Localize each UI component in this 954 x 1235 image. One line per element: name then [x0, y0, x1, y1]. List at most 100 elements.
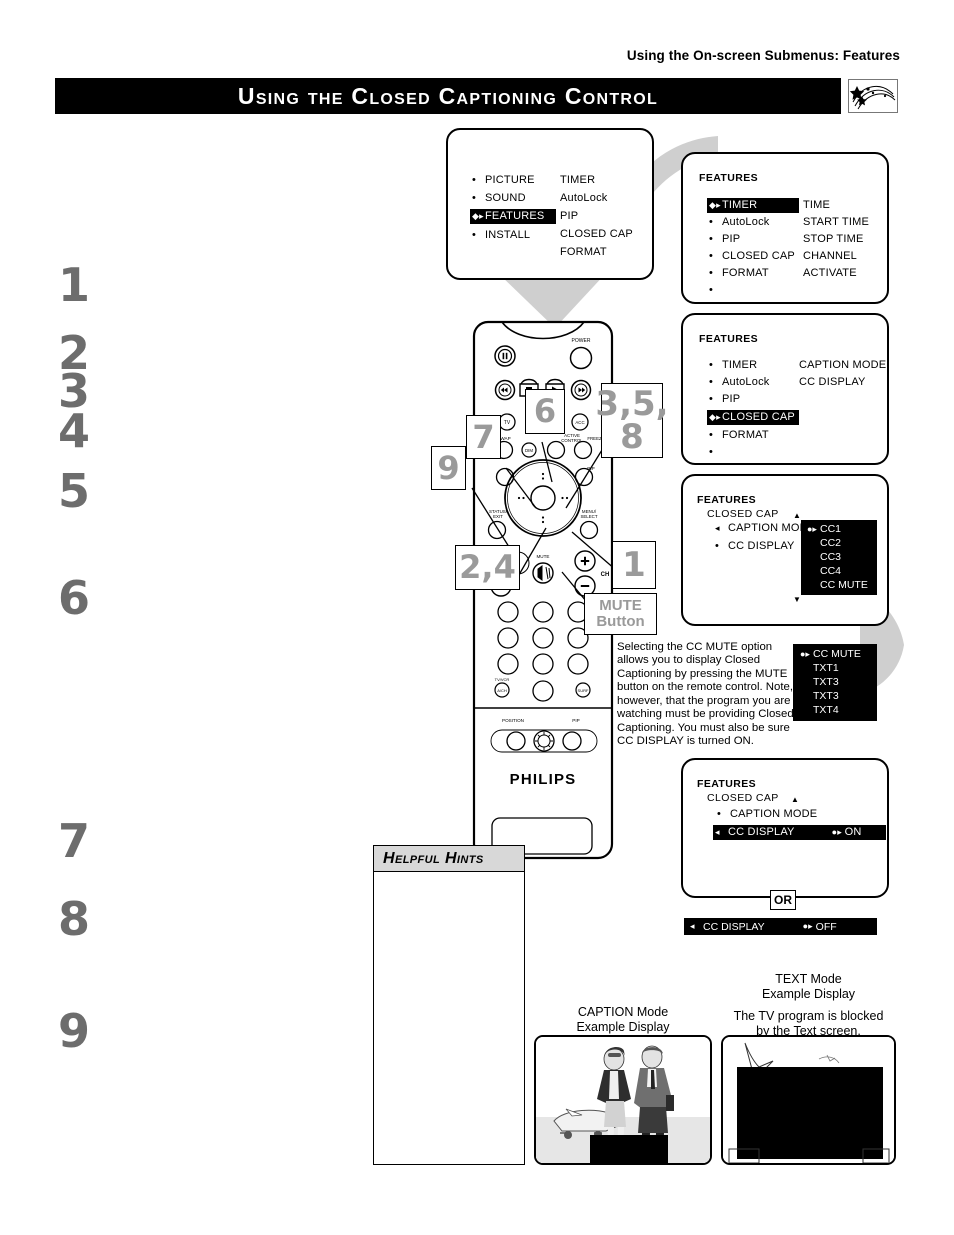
- menu-main-row-0[interactable]: • PICTURE: [472, 174, 535, 186]
- caption-mode-option-1[interactable]: CC2: [801, 536, 877, 550]
- menu-main-sub-4: FORMAT: [560, 246, 607, 258]
- menu-main-row-3[interactable]: • INSTALL: [472, 229, 530, 241]
- cc-mute-option-2[interactable]: TXT3: [793, 675, 877, 689]
- left-arrow-icon: ◂: [715, 827, 720, 837]
- features-timer-row-5: •: [709, 284, 714, 296]
- osd-title-cc-display: FEATURES: [697, 778, 757, 790]
- manual-page: Using the On-screen Submenus: Features U…: [0, 0, 954, 1235]
- step-number-9: 9: [58, 1004, 91, 1058]
- features-timer-label-0: TIMER: [722, 199, 758, 211]
- features-timer-row-1[interactable]: • AutoLock: [709, 216, 769, 228]
- features-timer-label-4: FORMAT: [722, 267, 769, 279]
- osd-captionmode-list: FEATURES CLOSED CAP ▲ ▼ ◂ CAPTION MODE • C…: [681, 474, 889, 626]
- callout-9: 9: [431, 446, 466, 490]
- text-example-desc1: The TV program is blocked: [733, 1008, 884, 1023]
- osd-features-timer: FEATURES ◆▸TIMER • AutoLock • PIP • CLOSED …: [681, 152, 889, 304]
- callout-2-4: 2,4: [455, 545, 520, 590]
- shooting-star-icon: [848, 79, 898, 113]
- text-example-line2: Example Display: [761, 987, 856, 1002]
- features-cc-row-1[interactable]: • AutoLock: [709, 376, 769, 388]
- osd-subtitle-cc-list: CLOSED CAP: [707, 508, 779, 520]
- features-timer-row-2[interactable]: • PIP: [709, 233, 740, 245]
- cc-display-row-1[interactable]: ◂ CC DISPLAY ●▸ ON: [713, 825, 886, 840]
- text-example-line1: TEXT Mode: [775, 972, 842, 986]
- features-cc-label-2: PIP: [722, 393, 741, 405]
- helpful-hints-header: Helpful Hints: [374, 846, 524, 872]
- cc-mute-option-0[interactable]: ●▸ CC MUTE: [793, 647, 877, 661]
- features-timer-sub-3: CHANNEL: [803, 250, 857, 262]
- caption-mode-option-0[interactable]: ●▸ CC1: [801, 522, 877, 536]
- callout-3-5-8: 3,5, 8: [595, 383, 669, 458]
- callout-3-5-8-label: 3,5, 8: [595, 384, 669, 457]
- cc-mute-dropdown[interactable]: ●▸ CC MUTE TXT1 TXT3 TXT3 TXT4: [793, 644, 877, 721]
- menu-main-sub-0: TIMER: [560, 174, 596, 186]
- tv-caption-example-display: [534, 1035, 712, 1165]
- osd-subtitle-cc-display: CLOSED CAP: [707, 792, 779, 804]
- page-title: Using the Closed Captioning Control: [237, 82, 659, 109]
- scroll-down-arrow-icon[interactable]: ▼: [793, 596, 801, 604]
- menu-main-label-1: SOUND: [485, 192, 526, 204]
- selected-marker-icon: ●▸: [831, 827, 843, 837]
- svg-text:SURF: SURF: [578, 688, 589, 693]
- osd-cc-display: FEATURES CLOSED CAP ▲ • CAPTION MODE ◂ CC …: [681, 758, 889, 898]
- caption-mode-option-4[interactable]: CC MUTE: [801, 578, 877, 592]
- features-timer-row-4[interactable]: • FORMAT: [709, 267, 769, 279]
- helpful-hints-box: Helpful Hints: [373, 845, 525, 1165]
- caption-mode-option-3[interactable]: CC4: [801, 564, 877, 578]
- cc-display-off-label: CC DISPLAY: [703, 920, 765, 933]
- features-timer-sub-1: START TIME: [803, 216, 869, 228]
- menu-main-label-3: INSTALL: [485, 229, 531, 241]
- cc-list-row-1[interactable]: • CC DISPLAY: [715, 540, 795, 552]
- svg-text:POSITION: POSITION: [502, 718, 524, 723]
- callout-9-label: 9: [437, 448, 460, 487]
- menu-main-row-2[interactable]: ◆▸FEATURES: [470, 209, 556, 224]
- osd-title-features-cc: FEATURES: [699, 333, 759, 345]
- features-timer-sub-4: ACTIVATE: [803, 267, 857, 279]
- cc-mute-option-4[interactable]: TXT4: [793, 703, 877, 717]
- menu-main-label-0: PICTURE: [485, 174, 535, 186]
- caption-mode-option-2[interactable]: CC3: [801, 550, 877, 564]
- cc-display-row-0[interactable]: • CAPTION MODE: [717, 808, 817, 820]
- features-timer-label-1: AutoLock: [722, 216, 770, 228]
- osd-main-menu: • PICTURE • SOUND ◆▸FEATURES • INSTALL TIME…: [446, 128, 654, 280]
- caption-mode-dropdown[interactable]: ●▸ CC1 CC2 CC3 CC4 CC MUTE: [801, 520, 877, 595]
- helpful-hints-title: Helpful Hints: [383, 849, 484, 867]
- mute-callout-line2: Button: [596, 613, 645, 630]
- callout-7: 7: [466, 415, 501, 459]
- caption-example-line2: Example Display: [576, 1020, 670, 1035]
- svg-text:PHILIPS: PHILIPS: [510, 771, 577, 788]
- cc-display-value-on: ON: [844, 826, 862, 838]
- scroll-up-arrow-icon[interactable]: ▲: [791, 796, 799, 804]
- features-timer-sub-2: STOP TIME: [803, 233, 864, 245]
- menu-main-sub-3: CLOSED CAP: [560, 228, 633, 240]
- selected-marker-icon: ●▸: [802, 921, 813, 931]
- callout-6-label: 6: [533, 392, 557, 431]
- menu-main-row-1[interactable]: • SOUND: [472, 192, 526, 204]
- cc-list-label-1: CC DISPLAY: [728, 540, 795, 552]
- features-cc-label-3: CLOSED CAP: [722, 411, 795, 423]
- cc-mute-option-1[interactable]: TXT1: [793, 661, 877, 675]
- cc-mute-option-3[interactable]: TXT3: [793, 689, 877, 703]
- features-timer-row-3[interactable]: • CLOSED CAP: [709, 250, 795, 262]
- features-timer-row-0[interactable]: ◆▸TIMER: [707, 198, 799, 213]
- callout-6: 6: [525, 389, 565, 434]
- running-head: Using the On-screen Submenus: Features: [626, 48, 900, 63]
- scroll-up-arrow-icon[interactable]: ▲: [793, 512, 801, 520]
- callout-7-label: 7: [472, 417, 495, 456]
- step-number-4: 4: [58, 404, 91, 458]
- features-cc-row-4[interactable]: • FORMAT: [709, 429, 769, 441]
- svg-text:TV/VCR: TV/VCR: [495, 677, 510, 682]
- step-number-1: 1: [58, 258, 91, 312]
- cursor-icon: ◆▸: [709, 412, 721, 422]
- caption-example-line1: CAPTION Mode: [577, 1005, 669, 1019]
- features-cc-row-3[interactable]: ◆▸CLOSED CAP: [707, 410, 799, 425]
- step-number-7: 7: [58, 814, 91, 868]
- osd-features-closedcap: FEATURES • TIMER • AutoLock • PIP ◆▸CLOSED …: [681, 313, 889, 465]
- cc-display-label-0: CAPTION MODE: [730, 808, 818, 820]
- cc-display-off-row[interactable]: ◂ CC DISPLAY ●▸ OFF: [684, 918, 877, 935]
- left-arrow-icon: ◂: [715, 523, 720, 533]
- callout-2-4-label: 2,4: [459, 548, 516, 587]
- features-cc-row-0[interactable]: • TIMER: [709, 359, 757, 371]
- left-arrow-icon: ◂: [690, 921, 695, 931]
- features-cc-row-2[interactable]: • PIP: [709, 393, 740, 405]
